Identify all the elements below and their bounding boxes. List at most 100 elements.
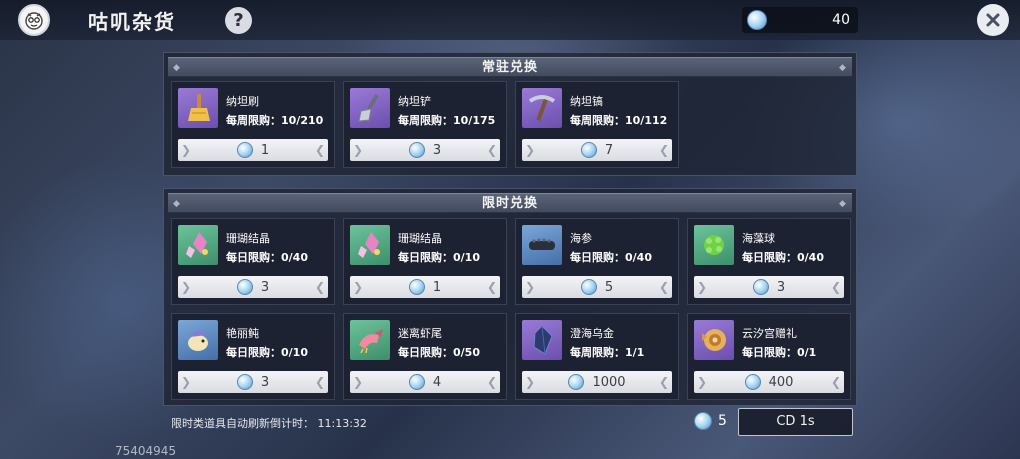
price-button[interactable]: ❯ 5 ❮: [522, 276, 672, 298]
item-price: 7: [604, 142, 614, 158]
price-button[interactable]: ❯ 1 ❮: [350, 276, 500, 298]
refresh-countdown: 限时类道具自动刷新倒计时： 11:13:32: [171, 417, 367, 430]
header-ornament-icon: ◆: [839, 199, 847, 209]
item-purchase-limit: 每日限购：0/1: [742, 346, 817, 359]
top-bar: 咕叽杂货 ? 40: [0, 0, 1020, 40]
item-purchase-limit: 每日限购：0/40: [570, 251, 652, 264]
shell-currency-icon: [236, 279, 253, 295]
brush-icon: [178, 88, 218, 128]
item-purchase-limit: 每日限购：0/40: [226, 251, 308, 264]
chevron-left-icon: ❮: [315, 375, 326, 389]
page-title: 咕叽杂货: [88, 10, 176, 34]
shell-currency-icon: [236, 374, 253, 390]
chevron-left-icon: ❮: [831, 280, 842, 294]
item-name: 纳坦镐: [570, 95, 603, 108]
item-name: 澄海乌金: [570, 327, 614, 340]
item-purchase-limit: 每周限购：10/210: [226, 114, 324, 127]
item-price: 400: [768, 374, 794, 390]
price-button[interactable]: ❯ 3 ❮: [350, 139, 500, 161]
shell-currency-icon: [747, 10, 767, 30]
item-name: 珊瑚结晶: [398, 232, 442, 245]
shell-currency-icon: [568, 374, 585, 390]
shell-currency-icon: [580, 279, 597, 295]
limited-exchange-panel: ◆ 限时兑换 ◆ 珊瑚结晶 每日限购：0/40 ❯ 3 ❮ 珊瑚结晶 每日限购：…: [163, 188, 857, 406]
shop-item-card[interactable]: 海参 每日限购：0/40 ❯ 5 ❮: [515, 218, 679, 305]
shrimp-tail-icon: [350, 320, 390, 360]
shell-currency-icon: [744, 374, 761, 390]
item-name: 纳坦铲: [398, 95, 431, 108]
item-price: 4: [432, 374, 442, 390]
chevron-right-icon: ❯: [181, 143, 192, 157]
shop-item-card[interactable]: 艳丽鲀 每日限购：0/10 ❯ 3 ❮: [171, 313, 335, 400]
chevron-right-icon: ❯: [525, 143, 536, 157]
item-name: 纳坦刷: [226, 95, 259, 108]
chevron-right-icon: ❯: [181, 375, 192, 389]
item-purchase-limit: 每日限购：0/10: [226, 346, 308, 359]
shop-item-card[interactable]: 纳坦铲 每周限购：10/175 ❯ 3 ❮: [343, 81, 507, 168]
shop-item-card[interactable]: 澄海乌金 每周限购：1/1 ❯ 1000 ❮: [515, 313, 679, 400]
chevron-right-icon: ❯: [525, 375, 536, 389]
refresh-cost: 5: [694, 412, 727, 430]
shop-item-card[interactable]: 纳坦刷 每周限购：10/210 ❯ 1 ❮: [171, 81, 335, 168]
coral-crystal-icon: [178, 225, 218, 265]
price-button[interactable]: ❯ 3 ❮: [694, 276, 844, 298]
price-button[interactable]: ❯ 1000 ❮: [522, 371, 672, 393]
coral-crystal-icon: [350, 225, 390, 265]
limited-exchange-header: ◆ 限时兑换 ◆: [168, 193, 852, 213]
pufferfish-icon: [178, 320, 218, 360]
player-uid: 75404945: [115, 444, 177, 458]
close-button[interactable]: [977, 4, 1009, 36]
shop-item-card[interactable]: 云汐宫赠礼 每日限购：0/1 ❯ 400 ❮: [687, 313, 851, 400]
item-name: 珊瑚结晶: [226, 232, 270, 245]
shop-item-card[interactable]: 迷离虾尾 每日限购：0/50 ❯ 4 ❮: [343, 313, 507, 400]
item-price: 3: [776, 279, 786, 295]
price-button[interactable]: ❯ 3 ❮: [178, 276, 328, 298]
shell-currency-icon: [694, 412, 712, 430]
shop-item-card[interactable]: 珊瑚结晶 每日限购：0/40 ❯ 3 ❮: [171, 218, 335, 305]
chevron-right-icon: ❯: [353, 280, 364, 294]
price-button[interactable]: ❯ 4 ❮: [350, 371, 500, 393]
regular-exchange-panel: ◆ 常驻兑换 ◆ 纳坦刷 每周限购：10/210 ❯ 1 ❮ 纳坦铲 每周限购：…: [163, 52, 857, 176]
shell-currency-icon: [236, 142, 253, 158]
pickaxe-icon: [522, 88, 562, 128]
chevron-left-icon: ❮: [487, 280, 498, 294]
chevron-left-icon: ❮: [315, 143, 326, 157]
item-price: 5: [604, 279, 614, 295]
price-button[interactable]: ❯ 3 ❮: [178, 371, 328, 393]
chevron-left-icon: ❮: [487, 143, 498, 157]
shop-item-card[interactable]: 海藻球 每日限购：0/40 ❯ 3 ❮: [687, 218, 851, 305]
price-button[interactable]: ❯ 400 ❮: [694, 371, 844, 393]
regular-exchange-header: ◆ 常驻兑换 ◆: [168, 57, 852, 77]
item-name: 云汐宫赠礼: [742, 327, 797, 340]
currency-amount: 40: [832, 12, 850, 28]
chevron-right-icon: ❯: [181, 280, 192, 294]
chevron-left-icon: ❮: [831, 375, 842, 389]
chevron-left-icon: ❮: [659, 375, 670, 389]
item-price: 3: [260, 374, 270, 390]
item-name: 海参: [570, 232, 592, 245]
item-price: 3: [432, 142, 442, 158]
item-purchase-limit: 每日限购：0/50: [398, 346, 480, 359]
shop-item-card[interactable]: 珊瑚结晶 每日限购：0/10 ❯ 1 ❮: [343, 218, 507, 305]
chevron-right-icon: ❯: [697, 375, 708, 389]
section-title: 常驻兑换: [481, 60, 538, 75]
section-title: 限时兑换: [481, 196, 538, 211]
item-name: 海藻球: [742, 232, 775, 245]
item-price: 3: [260, 279, 270, 295]
help-button[interactable]: ?: [225, 7, 252, 34]
shop-item-card[interactable]: 纳坦镐 每周限购：10/112 ❯ 7 ❮: [515, 81, 679, 168]
shell-currency-icon: [752, 279, 769, 295]
item-price: 1: [432, 279, 442, 295]
item-price: 1: [260, 142, 270, 158]
black-crystal-icon: [522, 320, 562, 360]
refresh-cost-value: 5: [718, 413, 727, 429]
header-ornament-icon: ◆: [173, 199, 181, 209]
item-purchase-limit: 每周限购：1/1: [570, 346, 645, 359]
refresh-cooldown-button[interactable]: CD 1s: [738, 408, 853, 436]
gift-shell-icon: [694, 320, 734, 360]
price-button[interactable]: ❯ 1 ❮: [178, 139, 328, 161]
shell-currency-icon: [580, 142, 597, 158]
shell-currency-icon: [408, 142, 425, 158]
price-button[interactable]: ❯ 7 ❮: [522, 139, 672, 161]
chevron-right-icon: ❯: [353, 375, 364, 389]
